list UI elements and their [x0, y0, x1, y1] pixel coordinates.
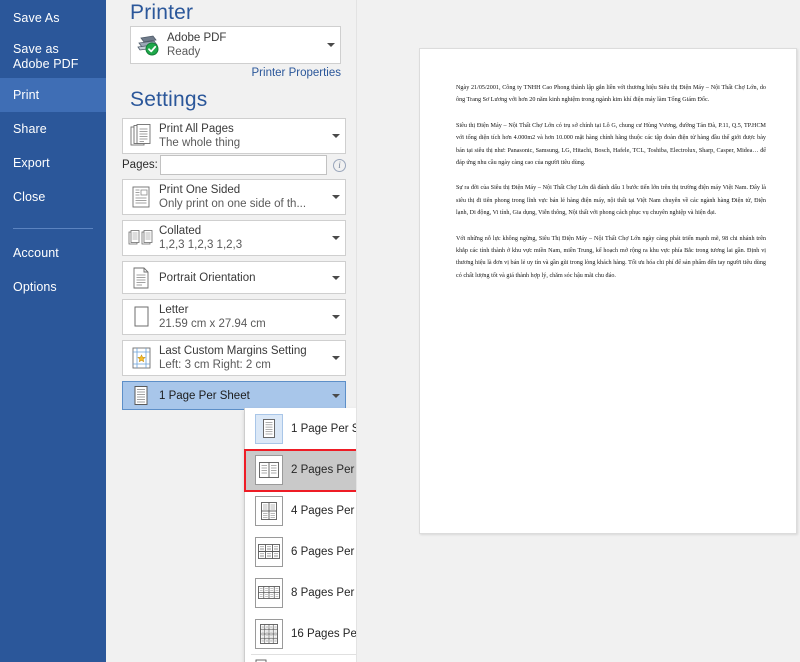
collated-icon: [123, 227, 159, 249]
sidebar-item-label: Share: [13, 121, 47, 136]
paper-size-selector[interactable]: Letter 21.59 cm x 27.94 cm: [122, 299, 346, 335]
portrait-icon: [123, 266, 159, 290]
sheet-16-icon: [249, 618, 289, 649]
print-range-title: Print All Pages: [159, 123, 234, 135]
sidebar-divider: [13, 228, 93, 229]
print-sides-title: Print One Sided: [159, 184, 241, 196]
margins-title: Last Custom Margins Setting: [159, 345, 307, 357]
chevron-down-icon[interactable]: [327, 393, 345, 398]
chevron-down-icon[interactable]: [327, 195, 345, 199]
sidebar-item-print[interactable]: Print: [0, 78, 106, 112]
orientation-selector[interactable]: Portrait Orientation: [122, 261, 346, 294]
sheet-8-icon: [249, 577, 289, 608]
document-text-body: Ngày 21/05/2001, Công ty TNHH Cao Phong …: [456, 82, 766, 295]
printer-ready-icon: [131, 34, 167, 56]
printer-heading: Printer: [130, 1, 194, 24]
one-page-per-sheet-icon: [123, 385, 159, 406]
paper-size-title: Letter: [159, 304, 189, 316]
print-range-selector[interactable]: Print All Pages The whole thing: [122, 118, 346, 154]
settings-heading: Settings: [130, 88, 208, 111]
print-sides-subtitle: Only print on one side of th...: [159, 198, 307, 210]
margins-icon: [123, 346, 159, 370]
chevron-down-icon[interactable]: [327, 275, 345, 280]
paper-size-subtitle: 21.59 cm x 27.94 cm: [159, 318, 266, 330]
printer-properties-link[interactable]: Printer Properties: [252, 67, 341, 79]
printer-status: Ready: [167, 46, 201, 58]
paper-icon: [123, 305, 159, 329]
chevron-down-icon[interactable]: [327, 134, 345, 138]
chevron-down-icon[interactable]: [327, 315, 345, 319]
backstage-sidebar: Save As Save as Adobe PDF Print Share Ex…: [0, 0, 106, 662]
one-sided-icon: [123, 185, 159, 209]
pages-row: Pages: i: [122, 155, 346, 175]
chevron-down-icon[interactable]: [327, 356, 345, 360]
sidebar-item-label: Close: [13, 189, 46, 204]
sidebar-item-account[interactable]: Account: [0, 236, 106, 270]
sidebar-item-options[interactable]: Options: [0, 270, 106, 304]
margins-selector[interactable]: Last Custom Margins Setting Left: 3 cm R…: [122, 340, 346, 376]
document-paragraph: Sự ra đời của Siêu thị Điện Máy – Nội Th…: [456, 185, 766, 217]
sidebar-item-save-as[interactable]: Save As: [0, 0, 106, 36]
collation-subtitle: 1,2,3 1,2,3 1,2,3: [159, 239, 243, 251]
document-paragraph: Với những nỗ lực không ngừng, Siêu Thị Đ…: [456, 235, 766, 279]
sheet-4-icon: [249, 495, 289, 526]
sidebar-item-label: Save as Adobe PDF: [13, 42, 79, 71]
pages-input[interactable]: [160, 155, 327, 175]
pages-label: Pages:: [122, 159, 158, 171]
printer-selector[interactable]: Adobe PDF Ready: [130, 26, 341, 64]
document-paragraph: Ngày 21/05/2001, Công ty TNHH Cao Phong …: [456, 85, 766, 104]
print-settings-column: Printer i Adobe PDF Ready Printer Proper…: [106, 0, 464, 662]
sidebar-item-save-as-adobe-pdf[interactable]: Save as Adobe PDF: [0, 36, 106, 78]
scale-to-paper-icon: [249, 658, 269, 662]
print-preview-pane: Ngày 21/05/2001, Công ty TNHH Cao Phong …: [356, 0, 800, 662]
sidebar-item-label: Account: [13, 245, 59, 260]
print-backstage-screen: Save As Save as Adobe PDF Print Share Ex…: [0, 0, 800, 662]
sheet-2-icon: [249, 454, 289, 485]
orientation-title: Portrait Orientation: [159, 271, 256, 284]
pages-per-sheet-title: 1 Page Per Sheet: [159, 389, 250, 402]
sidebar-item-label: Save As: [13, 10, 60, 25]
collation-title: Collated: [159, 225, 202, 237]
sidebar-item-label: Options: [13, 279, 57, 294]
sidebar-item-share[interactable]: Share: [0, 112, 106, 146]
pages-per-sheet-selector[interactable]: 1 Page Per Sheet: [122, 381, 346, 410]
document-page-preview[interactable]: Ngày 21/05/2001, Công ty TNHH Cao Phong …: [419, 48, 797, 534]
collation-selector[interactable]: Collated 1,2,3 1,2,3 1,2,3: [122, 220, 346, 256]
sheet-1-icon: [249, 413, 289, 444]
margins-subtitle: Left: 3 cm Right: 2 cm: [159, 359, 271, 371]
sidebar-item-label: Print: [13, 87, 40, 102]
sidebar-item-close[interactable]: Close: [0, 180, 106, 214]
chevron-down-icon[interactable]: [327, 236, 345, 240]
print-sides-selector[interactable]: Print One Sided Only print on one side o…: [122, 179, 346, 215]
sidebar-item-label: Export: [13, 155, 50, 170]
printer-name: Adobe PDF: [167, 32, 227, 44]
document-paragraph: Siêu thị Điện Máy – Nội Thất Chợ Lớn có …: [456, 122, 766, 167]
chevron-down-icon[interactable]: [322, 43, 340, 47]
pages-stack-icon: [123, 124, 159, 148]
pages-info-icon[interactable]: i: [333, 158, 346, 172]
sheet-6-icon: [249, 536, 289, 567]
sidebar-item-export[interactable]: Export: [0, 146, 106, 180]
print-range-subtitle: The whole thing: [159, 137, 241, 149]
